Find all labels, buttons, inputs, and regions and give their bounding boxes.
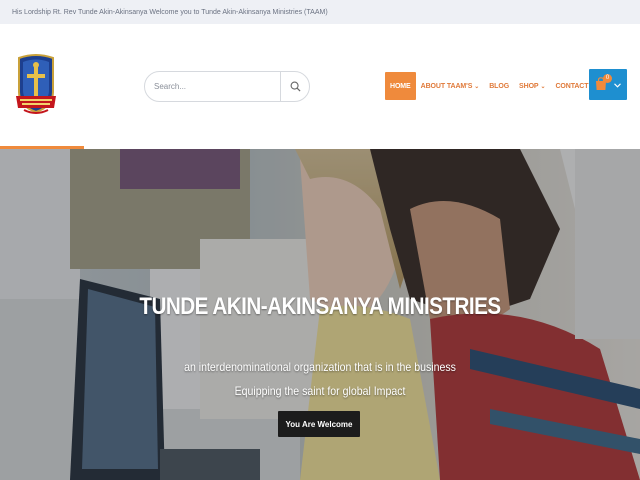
cart-button[interactable]: 0 — [589, 69, 627, 100]
hero-title: TUNDE AKIN-AKINSANYA MINISTRIES — [139, 293, 501, 320]
cart-count-badge: 0 — [603, 74, 612, 83]
search-icon — [290, 81, 301, 92]
chevron-down-icon: ⌄ — [540, 83, 546, 90]
chevron-down-icon: ⌄ — [474, 83, 480, 90]
chevron-down-icon — [614, 83, 621, 88]
search-button[interactable] — [281, 72, 309, 101]
site-logo[interactable] — [14, 52, 58, 118]
hero-banner: TUNDE AKIN-AKINSANYA MINISTRIES an inter… — [0, 149, 640, 480]
nav-home[interactable]: HOME — [385, 72, 416, 100]
search-box — [144, 71, 310, 102]
nav-home-label: HOME — [390, 82, 411, 90]
hero-subtitle-line-1: an interdenominational organization that… — [184, 360, 456, 374]
nav-shop[interactable]: SHOP ⌄ — [514, 72, 550, 100]
welcome-text: His Lordship Rt. Rev Tunde Akin-Akinsany… — [12, 8, 328, 16]
nav-blog-label: BLOG — [489, 82, 510, 90]
site-header: HOME ABOUT TAAM'S ⌄ BLOG SHOP ⌄ CONTACT … — [0, 24, 640, 148]
search-input[interactable] — [145, 72, 281, 101]
welcome-button[interactable]: You Are Welcome — [278, 411, 360, 437]
nav-blog[interactable]: BLOG — [484, 72, 514, 100]
top-welcome-bar: His Lordship Rt. Rev Tunde Akin-Akinsany… — [0, 0, 640, 24]
shield-cross-crest-icon — [16, 54, 56, 114]
nav-shop-label: SHOP — [519, 82, 539, 90]
nav-about[interactable]: ABOUT TAAM'S ⌄ — [416, 72, 485, 100]
nav-about-label: ABOUT TAAM'S — [420, 82, 473, 90]
hero-subtitle-line-2: Equipping the saint for global Impact — [234, 384, 406, 398]
main-nav: HOME ABOUT TAAM'S ⌄ BLOG SHOP ⌄ CONTACT … — [385, 72, 605, 100]
